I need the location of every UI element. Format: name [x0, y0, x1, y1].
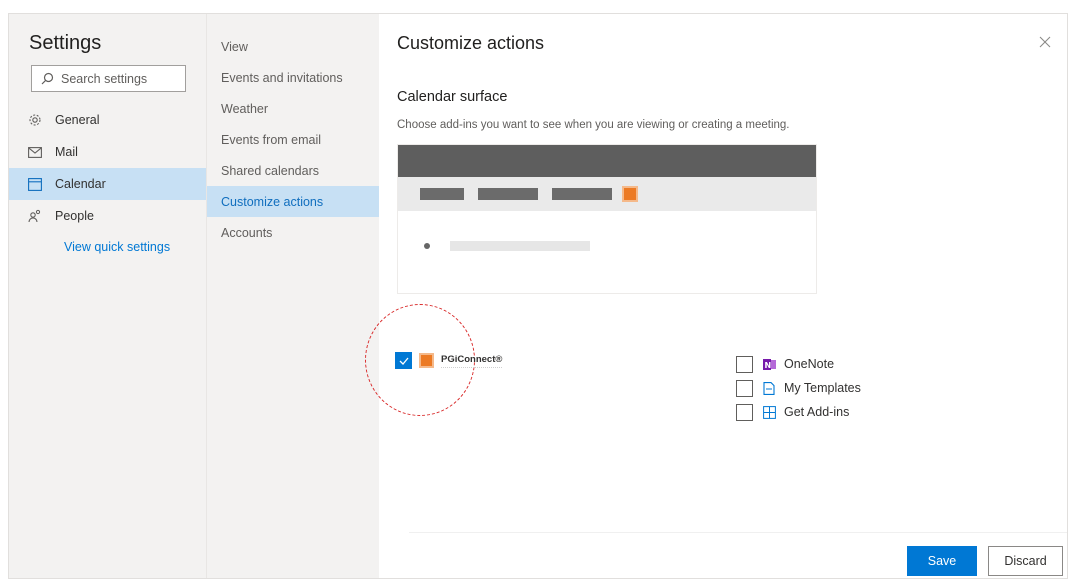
- subnav-item-accounts[interactable]: Accounts: [207, 217, 380, 248]
- section-description: Choose add-ins you want to see when you …: [397, 119, 790, 131]
- discard-button[interactable]: Discard: [988, 546, 1063, 576]
- add-ins-icon: [762, 405, 776, 419]
- onenote-checkbox[interactable]: [736, 355, 753, 373]
- addin-label: My Templates: [784, 381, 861, 395]
- preview-action-chip: [552, 188, 612, 200]
- save-button[interactable]: Save: [907, 546, 977, 576]
- addin-row-onenote[interactable]: N OneNote: [736, 352, 861, 376]
- nav-item-label: General: [55, 113, 100, 127]
- view-quick-settings-link[interactable]: View quick settings: [9, 232, 206, 262]
- people-icon: [27, 208, 43, 224]
- nav-item-calendar[interactable]: Calendar: [9, 168, 206, 200]
- calendar-subnav-list: View Events and invitations Weather Even…: [207, 31, 380, 248]
- settings-dialog: Settings Search settings General Mail Ca…: [8, 13, 1068, 579]
- subnav-item-events-from-email[interactable]: Events from email: [207, 124, 380, 155]
- section-title: Calendar surface: [397, 89, 508, 105]
- customize-actions-panel: Customize actions Calendar surface Choos…: [365, 14, 1067, 578]
- nav-item-general[interactable]: General: [9, 104, 206, 136]
- addin-row-my-templates[interactable]: My Templates: [736, 376, 861, 400]
- calendar-surface-preview: [397, 144, 817, 294]
- addin-label: Get Add-ins: [784, 405, 850, 419]
- search-input[interactable]: Search settings: [31, 65, 186, 92]
- preview-action-chip: [420, 188, 464, 200]
- mail-icon: [27, 144, 43, 160]
- addin-row-pgiconnect[interactable]: PGiConnect®: [395, 352, 503, 369]
- preview-addin-icon: [622, 186, 638, 202]
- templates-icon: [762, 381, 776, 395]
- preview-bullet: [424, 243, 430, 249]
- onenote-icon: N: [762, 357, 776, 371]
- calendar-icon: [27, 176, 43, 192]
- addin-label: OneNote: [784, 357, 835, 371]
- addin-row-get-add-ins[interactable]: Get Add-ins: [736, 400, 861, 424]
- nav-item-label: Mail: [55, 145, 78, 159]
- my-templates-checkbox[interactable]: [736, 379, 753, 397]
- pgiconnect-checkbox[interactable]: [395, 352, 412, 369]
- preview-text-line: [450, 241, 590, 251]
- preview-action-bar: [398, 177, 816, 211]
- subnav-item-shared-calendars[interactable]: Shared calendars: [207, 155, 380, 186]
- addins-list: N OneNote My Templates Get Add-ins: [736, 352, 861, 424]
- subnav-item-events-and-invitations[interactable]: Events and invitations: [207, 62, 380, 93]
- nav-item-people[interactable]: People: [9, 200, 206, 232]
- get-add-ins-checkbox[interactable]: [736, 403, 753, 421]
- settings-title: Settings: [29, 32, 102, 54]
- gear-icon: [27, 112, 43, 128]
- settings-nav: Settings Search settings General Mail Ca…: [9, 14, 206, 578]
- svg-text:N: N: [764, 361, 771, 370]
- search-placeholder: Search settings: [61, 71, 148, 86]
- nav-item-mail[interactable]: Mail: [9, 136, 206, 168]
- nav-item-label: People: [55, 209, 94, 223]
- pgiconnect-label: PGiConnect®: [441, 354, 503, 368]
- pgiconnect-icon: [419, 353, 434, 368]
- calendar-subnav: View Events and invitations Weather Even…: [206, 14, 380, 578]
- nav-item-label: Calendar: [55, 177, 106, 191]
- close-icon[interactable]: [1037, 34, 1053, 50]
- preview-header-bar: [398, 145, 816, 177]
- page-title: Customize actions: [397, 33, 545, 53]
- footer-divider: [409, 532, 1067, 533]
- checkmark-icon: [399, 357, 408, 365]
- subnav-item-weather[interactable]: Weather: [207, 93, 380, 124]
- settings-nav-list: General Mail Calendar People View quick …: [9, 104, 206, 262]
- subnav-item-customize-actions[interactable]: Customize actions: [207, 186, 380, 217]
- subnav-item-view[interactable]: View: [207, 31, 380, 62]
- search-icon: [41, 72, 54, 85]
- preview-action-chip: [478, 188, 538, 200]
